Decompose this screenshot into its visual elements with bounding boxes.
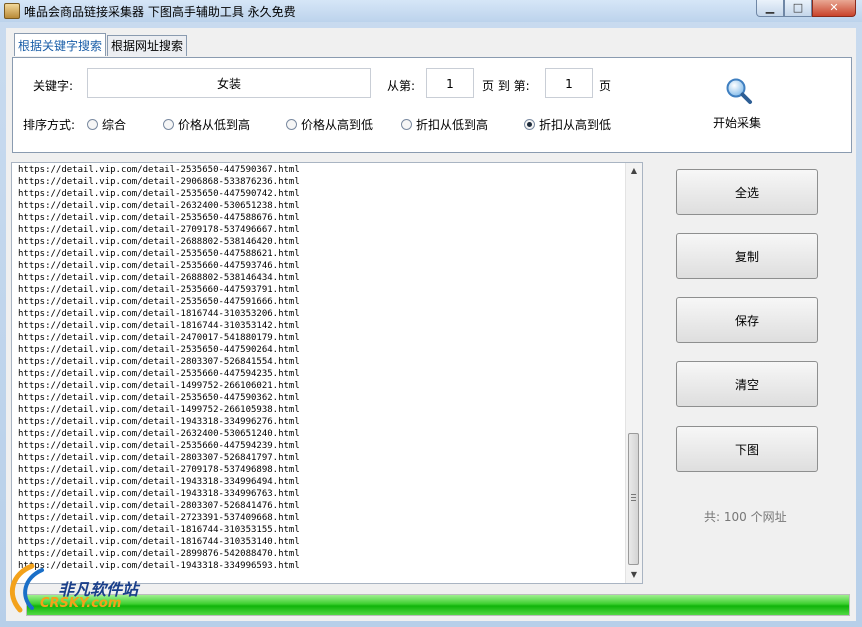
- select-all-button[interactable]: 全选: [676, 169, 818, 215]
- logo-swoosh-icon: [9, 563, 44, 613]
- radio-circle: [286, 119, 297, 130]
- url-list-item[interactable]: https://detail.vip.com/detail-2803307-52…: [18, 452, 300, 464]
- url-list-item[interactable]: https://detail.vip.com/detail-1816744-31…: [18, 320, 300, 332]
- url-list-item[interactable]: https://detail.vip.com/detail-2709178-53…: [18, 224, 300, 236]
- url-list-item[interactable]: https://detail.vip.com/detail-2803307-52…: [18, 500, 300, 512]
- sort-option-comprehensive[interactable]: 综合: [87, 116, 126, 133]
- url-list-item[interactable]: https://detail.vip.com/detail-1816744-31…: [18, 524, 300, 536]
- url-list-item[interactable]: https://detail.vip.com/detail-2535650-44…: [18, 344, 300, 356]
- vertical-scrollbar[interactable]: ▲ ▼: [625, 163, 642, 583]
- url-list-item[interactable]: https://detail.vip.com/detail-2688802-53…: [18, 236, 300, 248]
- app-window: 唯品会商品链接采集器 下图高手辅助工具 永久免费 ▁ □ ✕ 根据关键字搜索 根…: [0, 0, 862, 627]
- clear-button[interactable]: 清空: [676, 361, 818, 407]
- url-list-item[interactable]: https://detail.vip.com/detail-2535650-44…: [18, 296, 300, 308]
- url-count: 共: 100 个网址: [704, 510, 787, 524]
- url-list-item[interactable]: https://detail.vip.com/detail-2535660-44…: [18, 260, 300, 272]
- to-page-input[interactable]: 1: [545, 68, 593, 98]
- close-button[interactable]: ✕: [812, 0, 856, 17]
- app-icon: [4, 3, 20, 19]
- url-list-item[interactable]: https://detail.vip.com/detail-1816744-31…: [18, 308, 300, 320]
- scroll-up-arrow-icon[interactable]: ▲: [626, 163, 642, 179]
- url-list-item[interactable]: https://detail.vip.com/detail-1943318-33…: [18, 488, 300, 500]
- sort-option-discount-asc[interactable]: 折扣从低到高: [401, 116, 488, 133]
- grip-icon: [631, 494, 636, 502]
- keyword-label: 关键字:: [33, 79, 74, 93]
- url-list-item[interactable]: https://detail.vip.com/detail-2535660-44…: [18, 440, 300, 452]
- sort-option-price-desc[interactable]: 价格从高到低: [286, 116, 373, 133]
- url-list[interactable]: https://detail.vip.com/detail-2535650-44…: [11, 162, 643, 584]
- url-list-item[interactable]: https://detail.vip.com/detail-1499752-26…: [18, 380, 300, 392]
- url-list-item[interactable]: https://detail.vip.com/detail-2906868-53…: [18, 176, 300, 188]
- url-list-item[interactable]: https://detail.vip.com/detail-2632400-53…: [18, 200, 300, 212]
- start-collect-button[interactable]: 开始采集: [642, 70, 832, 136]
- radio-circle: [401, 119, 412, 130]
- copy-button[interactable]: 复制: [676, 233, 818, 279]
- url-list-item[interactable]: https://detail.vip.com/detail-2535650-44…: [18, 164, 300, 176]
- radio-label: 折扣从高到低: [539, 118, 612, 132]
- url-list-item[interactable]: https://detail.vip.com/detail-2723391-53…: [18, 512, 300, 524]
- download-images-button[interactable]: 下图: [676, 426, 818, 472]
- tab-strip: 根据关键字搜索 根据网址搜索: [14, 33, 188, 57]
- url-list-item[interactable]: https://detail.vip.com/detail-2535650-44…: [18, 248, 300, 260]
- sort-label: 排序方式:: [23, 118, 76, 132]
- url-list-item[interactable]: https://detail.vip.com/detail-2535660-44…: [18, 368, 300, 380]
- watermark-en: CRSKY.com: [40, 596, 122, 611]
- url-list-item[interactable]: https://detail.vip.com/detail-1943318-33…: [18, 476, 300, 488]
- radio-circle: [87, 119, 98, 130]
- radio-label: 综合: [102, 118, 127, 132]
- maximize-button[interactable]: □: [784, 0, 812, 17]
- sort-option-price-asc[interactable]: 价格从低到高: [163, 116, 250, 133]
- start-collect-label: 开始采集: [712, 116, 761, 130]
- url-list-item[interactable]: https://detail.vip.com/detail-1943318-33…: [18, 416, 300, 428]
- title-bar: 唯品会商品链接采集器 下图高手辅助工具 永久免费 ▁ □ ✕: [0, 0, 862, 22]
- scroll-down-arrow-icon[interactable]: ▼: [626, 567, 642, 583]
- url-list-item[interactable]: https://detail.vip.com/detail-2688802-53…: [18, 272, 300, 284]
- url-list-item[interactable]: https://detail.vip.com/detail-1816744-31…: [18, 536, 300, 548]
- save-button[interactable]: 保存: [676, 297, 818, 343]
- radio-label: 折扣从低到高: [416, 118, 489, 132]
- keyword-input[interactable]: 女装: [87, 68, 371, 98]
- watermark-logo: 非凡软件站 CRSKY.com: [0, 560, 160, 622]
- url-list-item[interactable]: https://detail.vip.com/detail-2535660-44…: [18, 284, 300, 296]
- radio-label: 价格从低到高: [178, 118, 251, 132]
- url-list-item[interactable]: https://detail.vip.com/detail-2899876-54…: [18, 548, 300, 560]
- scroll-thumb[interactable]: [628, 433, 639, 565]
- minimize-button[interactable]: ▁: [756, 0, 784, 17]
- magnifier-icon: [726, 78, 752, 104]
- sort-option-discount-desc[interactable]: 折扣从高到低: [524, 116, 611, 133]
- url-list-item[interactable]: https://detail.vip.com/detail-2535650-44…: [18, 212, 300, 224]
- url-list-item[interactable]: https://detail.vip.com/detail-2535650-44…: [18, 188, 300, 200]
- tab-url-search[interactable]: 根据网址搜索: [107, 35, 188, 56]
- from-page-input[interactable]: 1: [426, 68, 474, 98]
- url-list-item[interactable]: https://detail.vip.com/detail-2632400-53…: [18, 428, 300, 440]
- url-list-item[interactable]: https://detail.vip.com/detail-2803307-52…: [18, 356, 300, 368]
- radio-label: 价格从高到低: [301, 118, 374, 132]
- client-area: 根据关键字搜索 根据网址搜索 关键字: 女装 从第: 1 页 到 第: 1 页 …: [6, 28, 856, 621]
- window-controls: ▁ □ ✕: [756, 0, 856, 18]
- url-items: https://detail.vip.com/detail-2535650-44…: [18, 164, 300, 572]
- url-list-item[interactable]: https://detail.vip.com/detail-1499752-26…: [18, 404, 300, 416]
- radio-circle-selected: [524, 119, 535, 130]
- window-title: 唯品会商品链接采集器 下图高手辅助工具 永久免费: [24, 5, 296, 19]
- tab-keyword-search[interactable]: 根据关键字搜索: [14, 33, 107, 56]
- radio-circle: [163, 119, 174, 130]
- page-suffix-label: 页: [599, 79, 612, 93]
- to-page-label: 页 到 第:: [482, 79, 530, 93]
- from-page-label: 从第:: [387, 79, 416, 93]
- url-list-item[interactable]: https://detail.vip.com/detail-2470017-54…: [18, 332, 300, 344]
- url-list-item[interactable]: https://detail.vip.com/detail-2535650-44…: [18, 392, 300, 404]
- url-list-item[interactable]: https://detail.vip.com/detail-2709178-53…: [18, 464, 300, 476]
